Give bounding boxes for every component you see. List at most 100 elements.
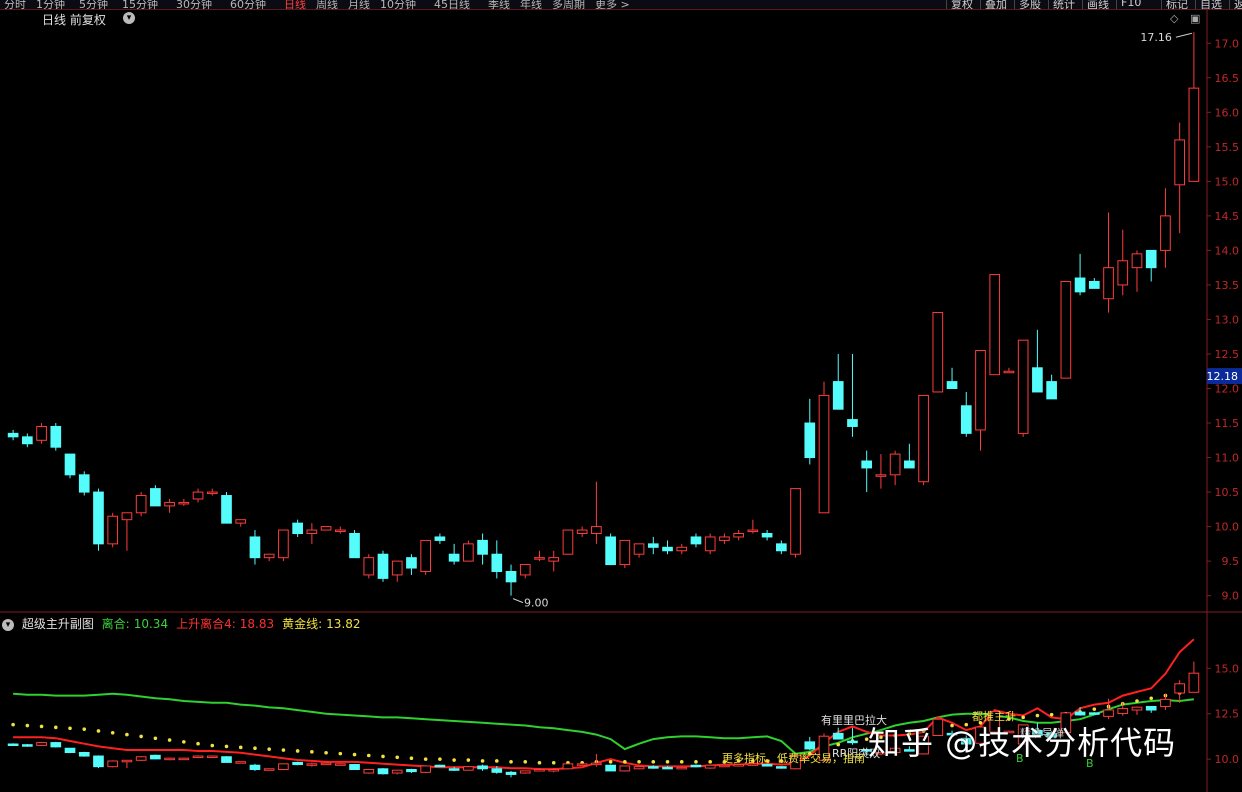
candle-body-28: [406, 557, 417, 569]
candle-body-22: [320, 526, 332, 531]
candle-body-39: [562, 529, 574, 555]
gold-line-dot-3: [53, 725, 58, 730]
gold-line-dot-26: [381, 754, 385, 759]
legend-label-2: 黄金线:: [282, 617, 323, 631]
sub-candle-body-27: [391, 769, 403, 774]
sub-candle-body-30: [434, 764, 446, 768]
sub-candle-body-4: [64, 747, 76, 753]
candle-body-55: [790, 488, 801, 555]
sub-candle-body-54: [775, 766, 787, 769]
gold-line-dot-11: [167, 738, 172, 742]
candle-body-34: [491, 553, 503, 572]
candle-body-24: [349, 533, 360, 559]
candle-body-56: [804, 422, 816, 459]
candle-body-27: [391, 560, 403, 576]
candle-body-18: [263, 553, 275, 559]
candle-body-30: [434, 536, 446, 541]
sub-candle-body-59: [847, 740, 858, 744]
sub-candle-body-78: [1117, 708, 1129, 715]
candle-body-64: [918, 394, 929, 483]
gold-line-dot-47: [679, 760, 684, 764]
gold-line-dot-21: [310, 750, 314, 754]
candle-body-81: [1160, 215, 1171, 251]
sub-candle-body-83: [1188, 672, 1200, 693]
sub-candle-body-26: [377, 768, 389, 775]
main-y-tick-label-11: 14.5: [1215, 210, 1240, 223]
candle-body-16: [235, 519, 247, 524]
gold-line-dot-20: [295, 749, 300, 753]
sub-candle-body-43: [619, 765, 631, 772]
chevron-down-icon[interactable]: ▾: [2, 618, 14, 631]
gold-line-dot-15: [224, 744, 229, 749]
gold-line-dot-25: [366, 753, 371, 758]
candle-body-60: [861, 460, 873, 469]
gold-line-dot-5: [82, 727, 87, 731]
legend-value-2: 13.82: [326, 617, 361, 631]
main-y-tick-label-12: 15.0: [1215, 175, 1240, 188]
sub-candle-body-12: [178, 757, 190, 761]
candle-body-15: [221, 495, 232, 524]
sub-candle-body-9: [135, 756, 147, 761]
gold-line-dot-80: [1149, 696, 1154, 701]
candle-body-66: [946, 381, 958, 390]
gold-line-dot-76: [1092, 707, 1097, 711]
gold-line-dot-29: [423, 757, 428, 761]
legend-label-0: 离合:: [101, 617, 130, 631]
gold-line-dot-16: [238, 745, 243, 750]
gold-line-dot-73: [1049, 712, 1054, 717]
candle-body-48: [690, 536, 702, 545]
sub-candle-body-80: [1145, 705, 1157, 711]
candle-body-79: [1131, 253, 1143, 269]
low-price-label: 9.00: [524, 597, 549, 610]
sub-candle-body-81: [1160, 698, 1171, 707]
candle-body-54: [775, 543, 787, 552]
gold-line-dot-35: [509, 760, 513, 764]
gold-line-dot-23: [338, 751, 343, 756]
main-y-tick-label-10: 14.0: [1215, 244, 1240, 257]
main-y-tick-label-13: 15.5: [1215, 141, 1240, 154]
gold-line-dot-28: [409, 756, 414, 761]
legend-value-0: 10.34: [133, 617, 169, 631]
candle-body-2: [36, 425, 47, 441]
candle-body-21: [306, 529, 318, 534]
sub-candle-body-49: [704, 764, 716, 769]
sub-candle-body-44: [633, 766, 645, 770]
sub-candle-body-75: [1074, 711, 1086, 716]
sub-candle-body-32: [463, 766, 474, 771]
gold-line-dot-6: [96, 729, 101, 733]
gold-line-dot-2: [39, 724, 44, 729]
sub-candle-body-11: [164, 757, 175, 761]
gold-line-dot-46: [665, 760, 670, 764]
gold-line-dot-13: [196, 741, 200, 746]
candle-body-76: [1088, 280, 1100, 289]
sub-candle-body-58: [832, 732, 844, 740]
sub-candle-body-50: [719, 764, 730, 768]
gold-line-dot-0: [11, 722, 15, 727]
candle-body-6: [93, 491, 104, 545]
sub-candle-body-41: [591, 762, 602, 766]
high-marker-line: [1175, 32, 1193, 38]
candle-body-75: [1074, 277, 1086, 293]
candle-body-80: [1145, 249, 1157, 269]
candle-body-23: [334, 529, 346, 533]
candle-body-46: [662, 546, 673, 552]
candle-body-68: [975, 350, 986, 431]
gold-line-dot-27: [395, 755, 400, 760]
main-y-tick-label-14: 16.0: [1215, 106, 1240, 119]
sub-indicator-name: 超级主升副图: [21, 617, 94, 631]
main-y-tick-label-15: 16.5: [1215, 72, 1240, 85]
stock-chart[interactable]: 9.0 9.5 10.0 10.5 11.0 11.5 12.0 12.5 13.0 13.5 14…: [0, 0, 1242, 792]
sub-indicator-header: ▾ 超级主升副图 离合: 10.34 上升离合4: 18.83 黄金线: 13.82: [0, 615, 373, 631]
sub-candle-body-76: [1088, 712, 1100, 715]
sub-candle-body-10: [150, 754, 161, 760]
candle-body-62: [889, 453, 901, 476]
candle-body-5: [78, 474, 90, 493]
sub-candle-body-0: [7, 743, 19, 746]
sub-candle-body-15: [221, 756, 232, 763]
main-y-tick-label-8: 13.0: [1215, 313, 1240, 326]
candle-body-59: [847, 419, 858, 427]
candle-body-67: [960, 405, 972, 434]
gold-line-dot-17: [253, 746, 257, 751]
sub-candle-body-3: [50, 742, 62, 748]
candle-body-10: [150, 488, 161, 507]
